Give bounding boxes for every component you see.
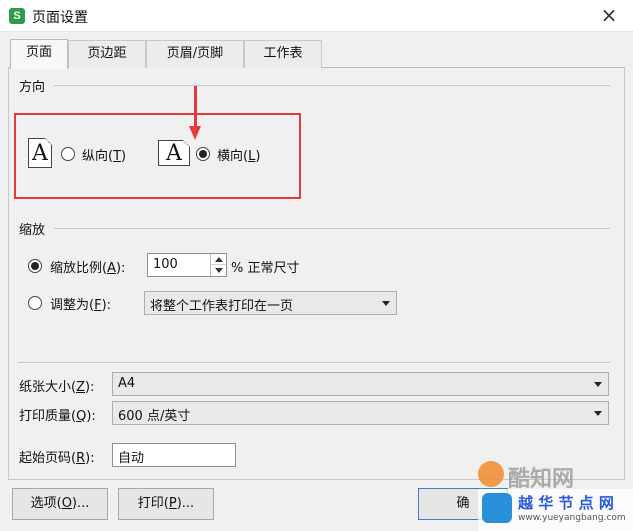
portrait-page-icon: A <box>28 138 52 168</box>
orientation-divider <box>54 85 610 86</box>
tab-page[interactable]: 页面 <box>10 39 68 69</box>
options-button[interactable]: 选项(O)... <box>12 488 108 520</box>
portrait-label[interactable]: 纵向(T) <box>82 145 126 164</box>
scale-radio[interactable] <box>28 259 42 273</box>
close-icon[interactable]: × <box>597 2 621 28</box>
watermark-text-bottom: 越 华 节 点 网 <box>518 494 614 512</box>
first-page-input[interactable]: 自动 <box>112 443 236 467</box>
fit-radio[interactable] <box>28 296 42 310</box>
watermark-brand-icon <box>482 493 512 523</box>
watermark-circle-icon <box>478 461 504 487</box>
tab-sheet[interactable]: 工作表 <box>244 40 322 68</box>
stepper-down-button[interactable] <box>211 265 226 276</box>
stepper-up-button[interactable] <box>211 254 226 265</box>
print-quality-select[interactable]: 600 点/英寸 <box>112 401 609 425</box>
fit-select[interactable]: 将整个工作表打印在一页 <box>144 291 397 315</box>
chevron-down-icon <box>594 382 602 387</box>
fit-select-value: 将整个工作表打印在一页 <box>150 299 294 314</box>
orientation-section-label: 方向 <box>19 80 46 95</box>
fit-label[interactable]: 调整为(F): <box>50 294 111 313</box>
watermark-url: www.yueyangbang.com <box>518 513 626 523</box>
scale-label[interactable]: 缩放比例(A): <box>50 257 125 276</box>
paper-size-label: 纸张大小(Z): <box>19 380 95 395</box>
watermark-logo-bottom: 越 华 节 点 网 www.yueyangbang.com <box>478 489 633 531</box>
dialog-title: 页面设置 <box>32 10 88 26</box>
scaling-divider <box>54 228 610 229</box>
scale-percent-stepper[interactable]: 100 <box>147 253 227 277</box>
print-button[interactable]: 打印(P)... <box>118 488 214 520</box>
scale-suffix-label: % 正常尺寸 <box>231 261 300 276</box>
app-icon: S <box>9 8 25 24</box>
stepper-buttons <box>210 254 226 276</box>
scale-percent-value[interactable]: 100 <box>153 257 178 272</box>
chevron-down-icon <box>215 268 223 273</box>
landscape-label[interactable]: 横向(L) <box>217 145 260 164</box>
annotation-arrow-icon <box>189 126 201 140</box>
paper-size-value: A4 <box>118 376 136 391</box>
tab-margins[interactable]: 页边距 <box>68 40 146 68</box>
paper-divider <box>18 362 610 363</box>
portrait-radio[interactable] <box>61 147 75 161</box>
tab-header-footer[interactable]: 页眉/页脚 <box>146 40 244 68</box>
print-quality-label: 打印质量(Q): <box>19 409 96 424</box>
landscape-radio[interactable] <box>196 147 210 161</box>
landscape-page-icon: A <box>158 140 190 166</box>
first-page-label: 起始页码(R): <box>19 451 95 466</box>
chevron-down-icon <box>594 411 602 416</box>
chevron-up-icon <box>215 257 223 262</box>
scaling-section-label: 缩放 <box>19 223 46 238</box>
title-bar: S 页面设置 × <box>0 0 633 32</box>
annotation-arrow-shaft <box>194 86 197 128</box>
chevron-down-icon <box>382 301 390 306</box>
paper-size-select[interactable]: A4 <box>112 372 609 396</box>
first-page-value[interactable]: 自动 <box>118 447 144 466</box>
print-quality-value: 600 点/英寸 <box>118 409 191 424</box>
